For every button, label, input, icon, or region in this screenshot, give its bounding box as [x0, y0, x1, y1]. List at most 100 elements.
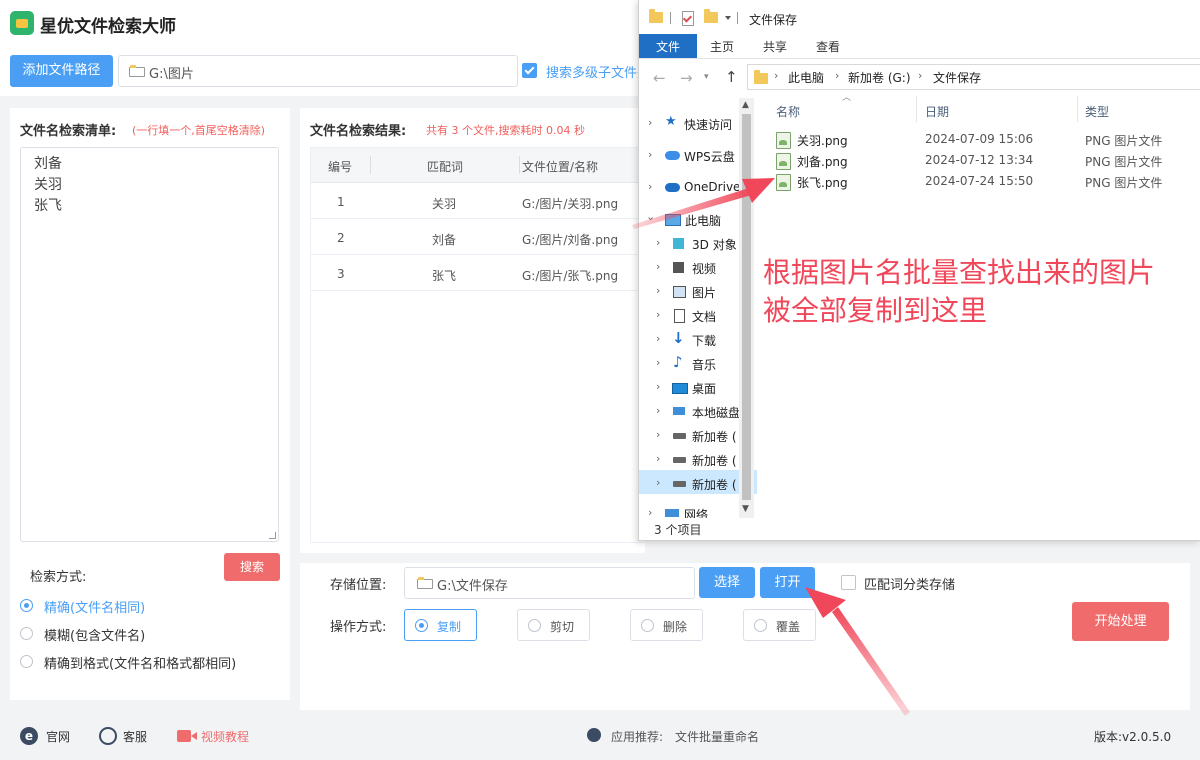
expand-icon[interactable]: ›: [648, 116, 652, 129]
expand-icon[interactable]: ›: [656, 284, 660, 297]
recent-dropdown-icon[interactable]: ▾: [704, 72, 709, 82]
search-mode-option[interactable]: 精确(文件名相同): [20, 596, 280, 616]
results-summary: 共有 3 个文件,搜索耗时 0.04 秒: [426, 124, 585, 137]
search-button[interactable]: 搜索: [224, 553, 280, 581]
expand-icon[interactable]: ›: [656, 308, 660, 321]
nav-item-volume[interactable]: 新加卷 (: [692, 452, 737, 469]
quick-access-dropdown-icon[interactable]: [725, 16, 731, 20]
breadcrumb-separator-icon: ›: [774, 69, 779, 82]
nav-item-downloads[interactable]: 下载: [692, 332, 716, 349]
operation-option-label: 覆盖: [776, 620, 801, 634]
nav-item-pictures[interactable]: 图片: [692, 284, 716, 301]
up-icon[interactable]: ↑: [725, 68, 738, 86]
column-header-type[interactable]: 类型: [1085, 103, 1109, 120]
expand-icon[interactable]: ›: [656, 404, 660, 417]
expand-icon[interactable]: ›: [656, 356, 660, 369]
nav-item-videos[interactable]: 视频: [692, 260, 716, 277]
expand-icon[interactable]: ›: [656, 236, 660, 249]
folder-icon: [649, 9, 663, 23]
new-folder-icon[interactable]: [704, 9, 718, 23]
search-mode-option[interactable]: 模糊(包含文件名): [20, 624, 280, 644]
file-row[interactable]: 张飞.png 2024-07-24 15:50 PNG 图片文件: [765, 172, 1200, 192]
search-subfolders-checkbox[interactable]: [522, 63, 537, 78]
expand-icon[interactable]: ›: [656, 332, 660, 345]
radio-icon: [754, 619, 767, 632]
column-header[interactable]: 匹配词: [427, 158, 463, 175]
ribbon-tab-home[interactable]: 主页: [710, 38, 734, 55]
choose-button[interactable]: 选择: [699, 567, 755, 598]
network-icon: [665, 509, 679, 517]
recommend-app: 文件批量重命名: [675, 730, 760, 744]
nav-item-documents[interactable]: 文档: [692, 308, 716, 325]
nav-item-quick-access[interactable]: 快速访问: [684, 116, 732, 133]
ribbon-tab-file[interactable]: 文件: [656, 38, 680, 55]
resize-handle-icon[interactable]: [269, 532, 276, 539]
row-match-word: 刘备: [432, 233, 457, 247]
breadcrumb-item[interactable]: 此电脑: [788, 69, 824, 86]
classify-checkbox[interactable]: [841, 575, 856, 590]
nav-item-network[interactable]: 网络: [684, 506, 708, 518]
expand-icon[interactable]: ›: [648, 148, 652, 161]
file-date: 2024-07-12 13:34: [925, 153, 1034, 167]
ribbon-tab-view[interactable]: 查看: [816, 38, 840, 55]
path-input[interactable]: G:\图片: [118, 55, 518, 87]
divider: [670, 12, 671, 24]
nav-item-3d-objects[interactable]: 3D 对象: [692, 236, 737, 253]
file-row[interactable]: 关羽.png 2024-07-09 15:06 PNG 图片文件: [765, 130, 1200, 150]
scrollbar-thumb[interactable]: [742, 114, 751, 500]
scroll-down-icon[interactable]: ▼: [742, 504, 749, 514]
search-mode-label: 检索方式:: [30, 570, 87, 585]
documents-folder-icon: [674, 309, 685, 323]
open-button[interactable]: 打开: [760, 567, 815, 598]
drive-icon: [673, 457, 686, 463]
scroll-up-icon[interactable]: ▲: [742, 100, 749, 110]
expand-icon[interactable]: ›: [648, 180, 652, 193]
column-header-name[interactable]: 名称: [776, 103, 800, 120]
column-divider: [1077, 96, 1078, 122]
storage-path-input[interactable]: G:\文件保存: [404, 567, 695, 599]
divider: [737, 12, 738, 24]
breadcrumb-item[interactable]: 新加卷 (G:): [848, 69, 911, 86]
add-path-button[interactable]: 添加文件路径: [10, 55, 113, 87]
search-mode-option[interactable]: 精确到格式(文件名和格式都相同): [20, 652, 280, 672]
start-button[interactable]: 开始处理: [1072, 602, 1169, 641]
expand-icon[interactable]: ›: [656, 260, 660, 273]
nav-item-desktop[interactable]: 桌面: [692, 380, 716, 397]
names-textarea[interactable]: 刘备 关羽 张飞: [20, 147, 279, 542]
column-header-date[interactable]: 日期: [925, 103, 949, 120]
expand-icon[interactable]: ›: [648, 506, 652, 518]
nav-item-wps-cloud[interactable]: WPS云盘: [684, 148, 735, 165]
breadcrumb-item[interactable]: 文件保存: [933, 69, 981, 86]
file-row[interactable]: 刘备.png 2024-07-12 13:34 PNG 图片文件: [765, 151, 1200, 171]
3d-objects-icon: [673, 238, 684, 249]
operation-cut-option[interactable]: 剪切: [517, 609, 590, 641]
expand-icon[interactable]: ›: [656, 452, 660, 465]
expand-icon[interactable]: ›: [656, 380, 660, 393]
folder-icon: [417, 577, 433, 589]
address-bar[interactable]: › 此电脑 › 新加卷 (G:) › 文件保存: [747, 64, 1200, 90]
nav-item-this-pc[interactable]: 此电脑: [685, 212, 721, 229]
forward-icon[interactable]: →: [680, 69, 693, 87]
chat-icon: [99, 727, 117, 745]
operation-overwrite-option[interactable]: 覆盖: [743, 609, 816, 641]
operation-delete-option[interactable]: 删除: [630, 609, 703, 641]
column-header[interactable]: 编号: [328, 158, 352, 175]
nav-item-local-disk[interactable]: 本地磁盘: [692, 404, 740, 421]
nav-item-onedrive[interactable]: OneDrive: [684, 180, 740, 194]
column-header[interactable]: 文件位置/名称: [522, 158, 598, 175]
nav-item-music[interactable]: 音乐: [692, 356, 716, 373]
collapse-icon[interactable]: ⌄: [646, 210, 655, 223]
desktop-icon: [672, 383, 688, 394]
nav-scrollbar[interactable]: ▲ ▼: [739, 98, 754, 518]
expand-icon[interactable]: ›: [656, 428, 660, 441]
ribbon-tab-share[interactable]: 共享: [763, 38, 787, 55]
nav-item-volume[interactable]: 新加卷 (: [692, 428, 737, 445]
expand-icon[interactable]: ›: [656, 476, 660, 489]
radio-icon: [641, 619, 654, 632]
row-divider: [311, 290, 641, 291]
back-icon[interactable]: ←: [653, 69, 666, 87]
operation-copy-option[interactable]: 复制: [404, 609, 477, 641]
nav-item-volume-selected[interactable]: 新加卷 (: [692, 476, 737, 493]
cloud-icon: [665, 151, 680, 160]
row-number: 2: [337, 231, 345, 245]
